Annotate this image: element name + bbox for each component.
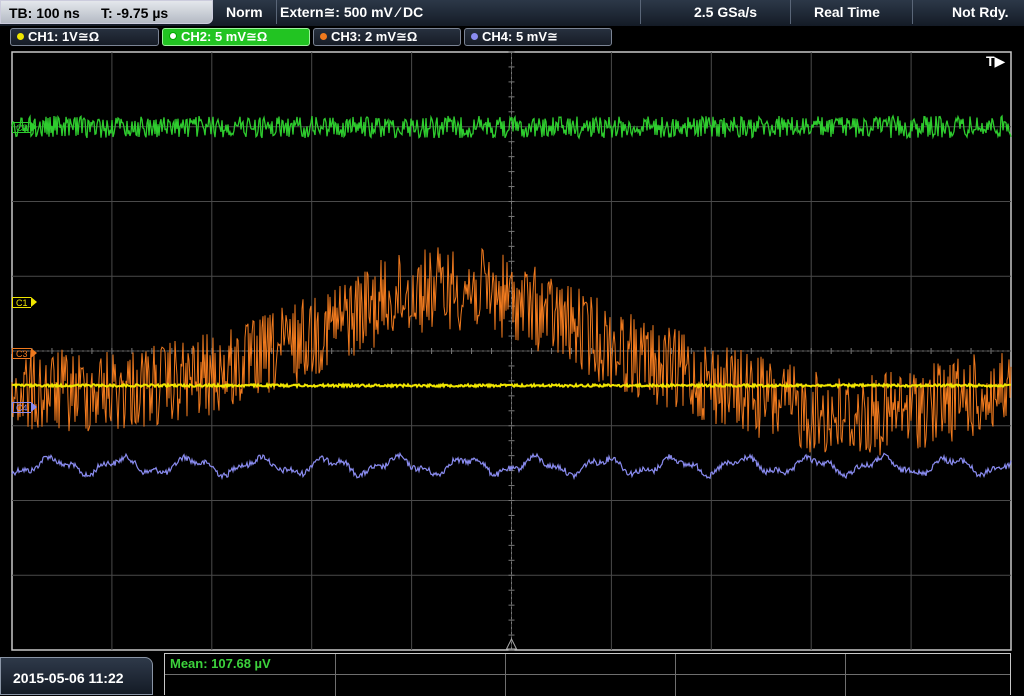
ch3-dot-icon: [320, 33, 327, 40]
graticule: [11, 51, 1012, 651]
ch2-label: CH2: 5 mV≅Ω: [181, 29, 268, 44]
ch4-marker-label: C4: [16, 403, 28, 413]
channel-bar: CH1: 1V≅Ω CH2: 5 mV≅Ω CH3: 2 mV≅Ω CH4: 5…: [0, 26, 1024, 48]
measurement-col-divider: [845, 654, 846, 696]
run-status[interactable]: Not Rdy.: [952, 4, 1009, 20]
ch4-dot-icon: [471, 33, 478, 40]
measurement-col-divider: [505, 654, 506, 696]
ch1-offset-marker[interactable]: C1: [12, 297, 36, 308]
tab-ch1[interactable]: CH1: 1V≅Ω: [10, 28, 159, 46]
acquisition-mode[interactable]: Real Time: [814, 4, 880, 20]
ch3-label: CH3: 2 mV≅Ω: [331, 29, 418, 44]
ch4-label: CH4: 5 mV≅: [482, 29, 558, 44]
ch3-offset-marker[interactable]: C3: [12, 348, 36, 359]
divider: [790, 0, 791, 24]
measurement-table[interactable]: Mean: 107.68 µV: [164, 653, 1011, 696]
timebase-readout: TB: 100 ns: [9, 5, 80, 21]
divider: [912, 0, 913, 24]
tab-ch2[interactable]: CH2: 5 mV≅Ω: [162, 28, 310, 46]
trigger-source[interactable]: Extern≅: 500 mV ⁄ DC: [280, 4, 423, 21]
ch4-offset-marker[interactable]: C4: [12, 402, 36, 413]
ch2-marker-label: C2: [16, 123, 28, 133]
tab-ch3[interactable]: CH3: 2 mV≅Ω: [313, 28, 461, 46]
ch3-marker-label: C3: [16, 349, 28, 359]
datetime: 2015-05-06 11:22: [13, 670, 124, 686]
trigger-position-indicator: T▶: [986, 53, 1006, 69]
measurement-mean: Mean: 107.68 µV: [170, 656, 271, 671]
waveform-display[interactable]: [0, 48, 1024, 653]
trigger-time-readout: T: -9.75 µs: [101, 5, 169, 21]
ch1-label: CH1: 1V≅Ω: [28, 29, 100, 44]
timebase-box[interactable]: TB: 100 ns T: -9.75 µs: [0, 0, 213, 24]
ch1-dot-icon: [17, 33, 24, 40]
bottom-bar: 2015-05-06 11:22 Mean: 107.68 µV: [0, 653, 1024, 696]
measurement-col-divider: [675, 654, 676, 696]
divider: [276, 0, 277, 24]
sample-rate[interactable]: 2.5 GSa/s: [694, 4, 757, 20]
ch2-dot-icon: [169, 32, 177, 40]
measurement-row-divider: [165, 674, 1010, 675]
datetime-box: 2015-05-06 11:22: [0, 657, 153, 695]
divider: [640, 0, 641, 24]
status-bar: TB: 100 ns T: -9.75 µs Norm Extern≅: 500…: [0, 0, 1024, 26]
measurement-col-divider: [335, 654, 336, 696]
ch1-marker-label: C1: [16, 298, 28, 308]
tab-ch4[interactable]: CH4: 5 mV≅: [464, 28, 612, 46]
trigger-mode[interactable]: Norm: [226, 4, 263, 20]
ch2-offset-marker[interactable]: C2: [12, 122, 36, 133]
